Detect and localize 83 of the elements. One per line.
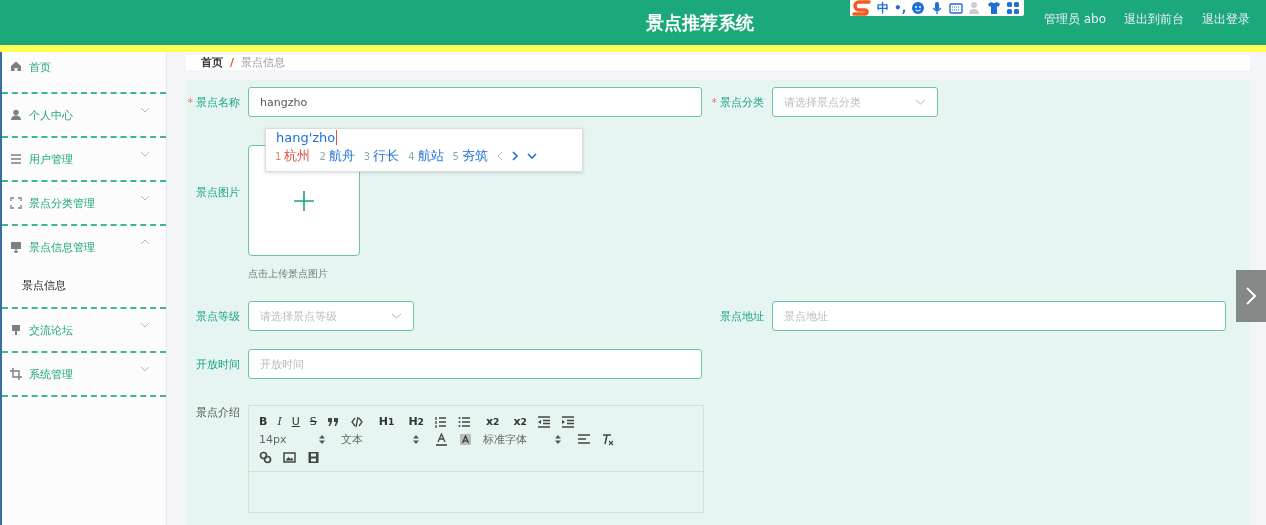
up-down-arrows-icon	[319, 435, 325, 444]
chevron-left-icon	[496, 151, 503, 161]
italic-button[interactable]: I	[275, 414, 284, 429]
sidebar-subitem[interactable]: 景点信息	[2, 268, 166, 307]
home-icon	[10, 60, 22, 72]
monitor-icon	[10, 241, 22, 253]
field-label: 景点地址	[719, 308, 765, 324]
field-label: 景点分类	[720, 95, 764, 109]
align-left-icon	[577, 432, 591, 447]
chevron-right-icon	[1245, 286, 1257, 306]
dropdown-picker[interactable]: 14px	[257, 432, 327, 447]
breadcrumb-separator: /	[230, 56, 235, 69]
ime-composition-text: hang'zho	[276, 130, 338, 145]
keyboard-icon	[949, 1, 964, 15]
sidebar-item[interactable]: 景点分类管理	[2, 182, 166, 224]
required-mark: *	[711, 95, 717, 109]
smiley-button[interactable]	[911, 1, 926, 15]
text-field[interactable]: 开放时间	[248, 349, 702, 379]
required-mark: *	[187, 95, 193, 109]
dropdown-picker[interactable]: 标准字体	[481, 432, 563, 447]
user-icon	[10, 109, 22, 121]
input-mode-toggle[interactable]: 中	[877, 0, 889, 17]
indent-icon	[560, 414, 575, 429]
breadcrumb-item[interactable]: 首页	[201, 55, 223, 70]
plus-icon	[294, 190, 314, 211]
text-field[interactable]: hangzho	[248, 87, 702, 117]
sidebar-item[interactable]: 个人中心	[2, 94, 166, 136]
image-button[interactable]	[281, 450, 299, 465]
field-label: 景点介绍	[195, 405, 241, 420]
chevron-down-icon	[915, 99, 926, 105]
ime-candidate[interactable]: 4 航站	[408, 147, 444, 165]
sidebar-item[interactable]: 景点信息管理	[2, 226, 166, 268]
sidebar-item[interactable]: 交流论坛	[2, 309, 166, 351]
chevron-down-icon	[526, 153, 537, 159]
bullet-list-icon	[458, 414, 472, 429]
header-link[interactable]: 退出到前台	[1124, 11, 1184, 28]
next-arrow-button[interactable]	[1236, 270, 1266, 322]
link-icon	[259, 450, 273, 465]
field-label: 开放时间	[195, 356, 241, 372]
upload-hint: 点击上传景点图片	[248, 267, 329, 281]
text-field[interactable]: 景点地址	[772, 301, 1226, 331]
up-down-arrows-icon	[413, 435, 419, 444]
up-down-arrows-icon	[555, 435, 561, 444]
code-icon	[350, 414, 365, 429]
apps-grid-button[interactable]	[1006, 1, 1021, 15]
align-left-button[interactable]	[575, 432, 593, 447]
chevron-right-icon	[511, 151, 518, 161]
breadcrumb-item: 景点信息	[241, 55, 286, 70]
podium-icon	[10, 324, 22, 336]
frame-corners-icon	[10, 197, 22, 209]
punctuation-toggle[interactable]: •,	[894, 1, 907, 15]
underline-button[interactable]: U	[289, 414, 302, 429]
clear-format-icon	[601, 432, 615, 447]
outdent-icon	[536, 414, 551, 429]
ime-candidate[interactable]: 1 杭州	[275, 147, 311, 165]
image-icon	[283, 450, 297, 465]
film-icon	[307, 450, 321, 465]
numbered-list-icon	[434, 414, 448, 429]
app-title: 景点推荐系统	[645, 10, 755, 35]
user-name[interactable]: 管理员 abo	[1043, 11, 1106, 28]
ime-candidate[interactable]: 5 夯筑	[452, 147, 488, 165]
header-link[interactable]: 退出登录	[1202, 11, 1250, 28]
highlight-icon	[459, 432, 473, 447]
list-icon	[10, 153, 22, 165]
sidebar-item[interactable]: 用户管理	[2, 138, 166, 180]
crop-icon	[10, 368, 22, 380]
field-label: 景点等级	[195, 308, 241, 324]
bold-button[interactable]: B	[257, 414, 270, 429]
field-label: 景点名称	[196, 95, 240, 109]
ime-candidate[interactable]: 3 行长	[363, 147, 400, 165]
chevron-down-icon	[391, 313, 402, 319]
dropdown-picker[interactable]: 文本	[339, 432, 421, 447]
shirt-button[interactable]	[987, 1, 1002, 15]
ime-logo-icon	[852, 0, 872, 17]
sidebar-item[interactable]: 系统管理	[2, 353, 166, 395]
sidebar-item[interactable]: 首页	[2, 52, 166, 92]
text-color-icon	[435, 432, 449, 447]
shirt-icon	[987, 1, 1002, 15]
apps-grid-icon	[1006, 1, 1021, 15]
strike-button[interactable]: S	[307, 414, 319, 429]
ime-candidate[interactable]: 2 航舟	[319, 147, 355, 165]
field-label: 景点图片	[195, 185, 241, 200]
keyboard-button[interactable]	[949, 1, 964, 15]
